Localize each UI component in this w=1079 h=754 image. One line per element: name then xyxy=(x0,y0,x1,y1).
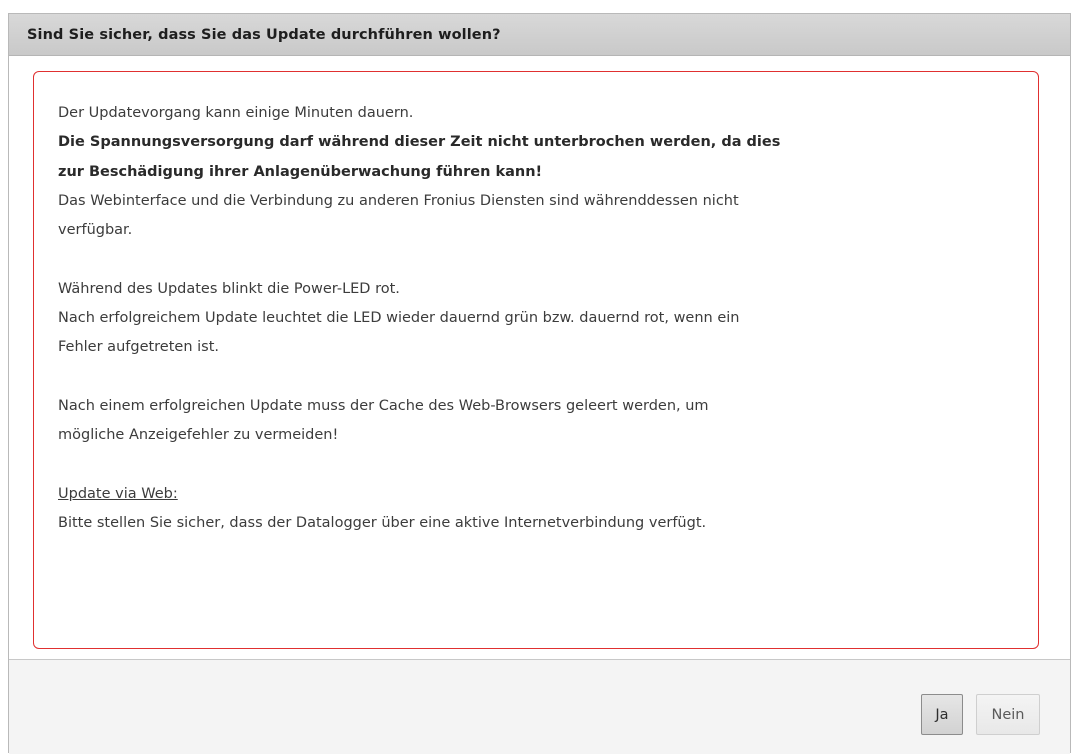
dialog-body: Der Updatevorgang kann einige Minuten da… xyxy=(9,56,1070,660)
power-warning-line-1: Die Spannungsversorgung darf während die… xyxy=(58,134,781,151)
led-after-text-line-1: Nach erfolgreichem Update leuchtet die L… xyxy=(58,310,740,327)
dialog-footer: Ja Nein xyxy=(9,660,1070,754)
cache-text-line-1: Nach einem erfolgreichen Update muss der… xyxy=(58,397,709,414)
unavailable-text-line-1: Das Webinterface und die Verbindung zu a… xyxy=(58,192,739,209)
dialog-title: Sind Sie sicher, dass Sie das Update dur… xyxy=(27,26,501,43)
intro-text: Der Updatevorgang kann einige Minuten da… xyxy=(58,105,414,121)
web-update-heading: Update via Web: xyxy=(58,485,178,502)
unavailable-text-line-2: verfügbar. xyxy=(58,222,133,239)
power-warning-line-2: zur Beschädigung ihrer Anlagenüberwachun… xyxy=(58,163,543,180)
led-after-text-line-2: Fehler aufgetreten ist. xyxy=(58,339,220,356)
warning-message-box: Der Updatevorgang kann einige Minuten da… xyxy=(33,71,1039,649)
dialog-title-bar: Sind Sie sicher, dass Sie das Update dur… xyxy=(9,14,1070,56)
no-button[interactable]: Nein xyxy=(976,694,1040,735)
web-update-text: Bitte stellen Sie sicher, dass der Datal… xyxy=(58,515,707,532)
cache-text-line-2: mögliche Anzeigefehler zu vermeiden! xyxy=(58,427,339,444)
led-blink-text: Während des Updates blinkt die Power-LED… xyxy=(58,280,400,297)
yes-button[interactable]: Ja xyxy=(921,694,963,735)
update-confirm-dialog: Sind Sie sicher, dass Sie das Update dur… xyxy=(8,13,1071,754)
